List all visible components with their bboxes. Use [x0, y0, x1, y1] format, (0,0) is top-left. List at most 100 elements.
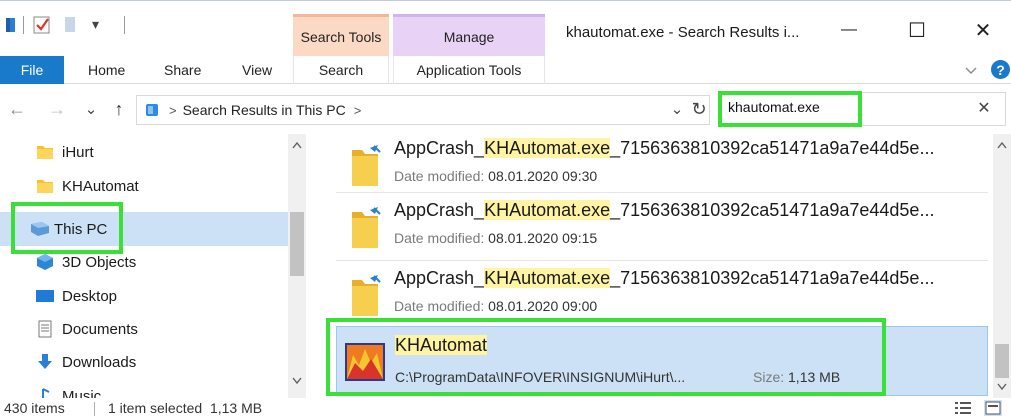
search-input[interactable]: khautomat.exe — [728, 99, 820, 115]
result-name: AppCrash_KHAutomat.exe_7156363810392ca51… — [394, 138, 934, 159]
minimize-icon: — — [841, 21, 857, 38]
search-match-highlight: KHAutomat — [395, 335, 488, 355]
result-name-prefix: AppCrash_ — [394, 200, 485, 220]
list-item[interactable]: AppCrash_KHAutomat.exe_7156363810392ca51… — [336, 264, 988, 328]
scroll-down-icon[interactable] — [288, 372, 306, 390]
explorer-app-icon[interactable] — [4, 16, 20, 34]
quick-access-separator — [23, 16, 24, 34]
date-modified-value: 08.01.2020 09:00 — [488, 298, 598, 314]
sidebar-item-ihurt[interactable]: iHurt — [0, 136, 288, 168]
tab-view-label: View — [242, 62, 273, 78]
quick-access-dropdown-icon[interactable]: ▾ — [92, 16, 99, 33]
help-button[interactable]: ? — [991, 60, 1010, 79]
search-match-highlight: KHAutomat.exe — [484, 138, 611, 158]
search-results-list: AppCrash_KHAutomat.exe_7156363810392ca51… — [306, 134, 993, 398]
result-name: KHAutomat — [395, 335, 488, 356]
sidebar-item-documents[interactable]: Documents — [0, 313, 288, 345]
size-label: Size: — [753, 369, 785, 385]
chevron-down-icon: ⌄ — [84, 101, 98, 118]
3d-objects-icon — [35, 253, 55, 271]
title-bar: ▾ Search Tools Manage khautomat.exe - Se… — [0, 0, 1011, 56]
search-results-location-icon — [143, 101, 161, 119]
close-icon: ✕ — [974, 19, 992, 42]
desktop-icon — [35, 287, 55, 305]
quick-access-separator-2 — [124, 16, 125, 34]
tab-search-label: Search — [318, 62, 364, 78]
result-size: Size: 1,13 MB — [753, 369, 840, 385]
folder-icon — [348, 142, 382, 190]
status-selection: 1 item selected 1,13 MB — [108, 400, 263, 416]
search-match-highlight: KHAutomat.exe — [484, 200, 611, 220]
tiles-view-button[interactable] — [984, 400, 1002, 416]
list-item[interactable]: AppCrash_KHAutomat.exe_7156363810392ca51… — [336, 196, 988, 260]
minimize-button[interactable]: — — [826, 14, 872, 46]
maximize-icon: ☐ — [908, 19, 926, 42]
forward-button[interactable]: → — [46, 98, 68, 120]
sidebar-item-music[interactable]: Music — [0, 380, 288, 398]
sidebar-item-label: iHurt — [62, 143, 94, 161]
back-arrow-icon: ← — [8, 98, 26, 119]
status-separator — [94, 402, 95, 416]
help-icon: ? — [996, 61, 1005, 78]
maximize-button[interactable]: ☐ — [894, 14, 940, 46]
up-button[interactable]: ↑ — [108, 98, 130, 120]
recent-locations-button[interactable]: ⌄ — [80, 98, 102, 120]
breadcrumb-separator-end[interactable]: > — [354, 103, 362, 118]
result-path-value: C:\ProgramData\INFOVER\INSIGNUM\iHurt\..… — [395, 369, 686, 385]
scroll-up-icon[interactable] — [993, 136, 1011, 154]
back-button[interactable]: ← — [6, 98, 28, 120]
scroll-down-icon[interactable] — [993, 378, 1011, 396]
tab-search[interactable]: Search — [293, 56, 389, 84]
result-name-suffix: _7156363810392ca51471a9a7e44d5e... — [610, 138, 935, 158]
result-divider — [336, 192, 988, 193]
new-folder-quick-icon[interactable] — [62, 14, 78, 36]
result-date: Date modified: 08.01.2020 09:15 — [394, 230, 597, 246]
details-view-button[interactable] — [954, 400, 972, 416]
result-date: Date modified: 08.01.2020 09:00 — [394, 298, 597, 314]
folder-icon — [35, 177, 55, 195]
ribbon-tabs: File Home Share View Search Application … — [0, 56, 1011, 84]
navigation-pane-scrollbar[interactable] — [288, 134, 306, 398]
date-modified-label: Date modified: — [394, 230, 485, 246]
clear-search-button[interactable]: ✕ — [974, 98, 994, 118]
sidebar-item-label: This PC — [54, 220, 108, 238]
scroll-up-icon[interactable] — [288, 136, 306, 154]
result-name-prefix: AppCrash_ — [394, 268, 485, 288]
close-button[interactable]: ✕ — [960, 14, 1006, 46]
list-item[interactable]: AppCrash_KHAutomat.exe_7156363810392ca51… — [336, 134, 988, 198]
result-name: AppCrash_KHAutomat.exe_7156363810392ca51… — [394, 268, 934, 289]
navigation-pane: iHurt KHAutomat This PC 3D Objects Deskt… — [0, 134, 306, 398]
result-name-suffix: _7156363810392ca51471a9a7e44d5e... — [610, 200, 935, 220]
sidebar-item-label: Music — [62, 387, 102, 399]
address-dropdown-button[interactable]: ⌄ — [666, 98, 688, 120]
sidebar-item-label: Desktop — [62, 287, 118, 305]
properties-check-icon[interactable] — [32, 14, 52, 36]
sidebar-item-3d-objects[interactable]: 3D Objects — [0, 246, 288, 278]
address-bar[interactable]: > Search Results in This PC > — [136, 95, 710, 125]
chevron-down-icon: ⌄ — [670, 101, 684, 118]
sidebar-item-desktop[interactable]: Desktop — [0, 280, 288, 312]
tab-home-label: Home — [88, 62, 126, 78]
tab-application-tools[interactable]: Application Tools — [393, 56, 545, 84]
breadcrumb-separator[interactable]: > — [169, 103, 177, 118]
up-arrow-icon: ↑ — [114, 98, 124, 119]
sidebar-item-this-pc[interactable]: This PC — [0, 212, 288, 246]
tab-file[interactable]: File — [0, 56, 64, 84]
tab-view[interactable]: View — [242, 56, 272, 84]
results-scrollbar[interactable] — [993, 134, 1011, 398]
sidebar-item-downloads[interactable]: Downloads — [0, 346, 288, 378]
search-tools-label: Search Tools — [300, 28, 382, 45]
expand-ribbon-chevron-icon[interactable] — [963, 62, 979, 78]
tab-share-label: Share — [164, 62, 202, 78]
scrollbar-thumb[interactable] — [290, 212, 304, 276]
scrollbar-thumb[interactable] — [995, 344, 1009, 378]
tab-home[interactable]: Home — [88, 56, 125, 84]
list-item-selected[interactable]: KHAutomat C:\ProgramData\INFOVER\INSIGNU… — [336, 326, 988, 396]
tab-share[interactable]: Share — [164, 56, 201, 84]
breadcrumb-search-results[interactable]: Search Results in This PC — [183, 102, 346, 118]
search-tools-context-tab: Search Tools — [293, 14, 389, 56]
result-name: AppCrash_KHAutomat.exe_7156363810392ca51… — [394, 200, 934, 221]
refresh-button[interactable]: ↻ — [688, 98, 710, 120]
tab-file-label: File — [20, 62, 44, 78]
sidebar-item-khautomat[interactable]: KHAutomat — [0, 170, 288, 202]
